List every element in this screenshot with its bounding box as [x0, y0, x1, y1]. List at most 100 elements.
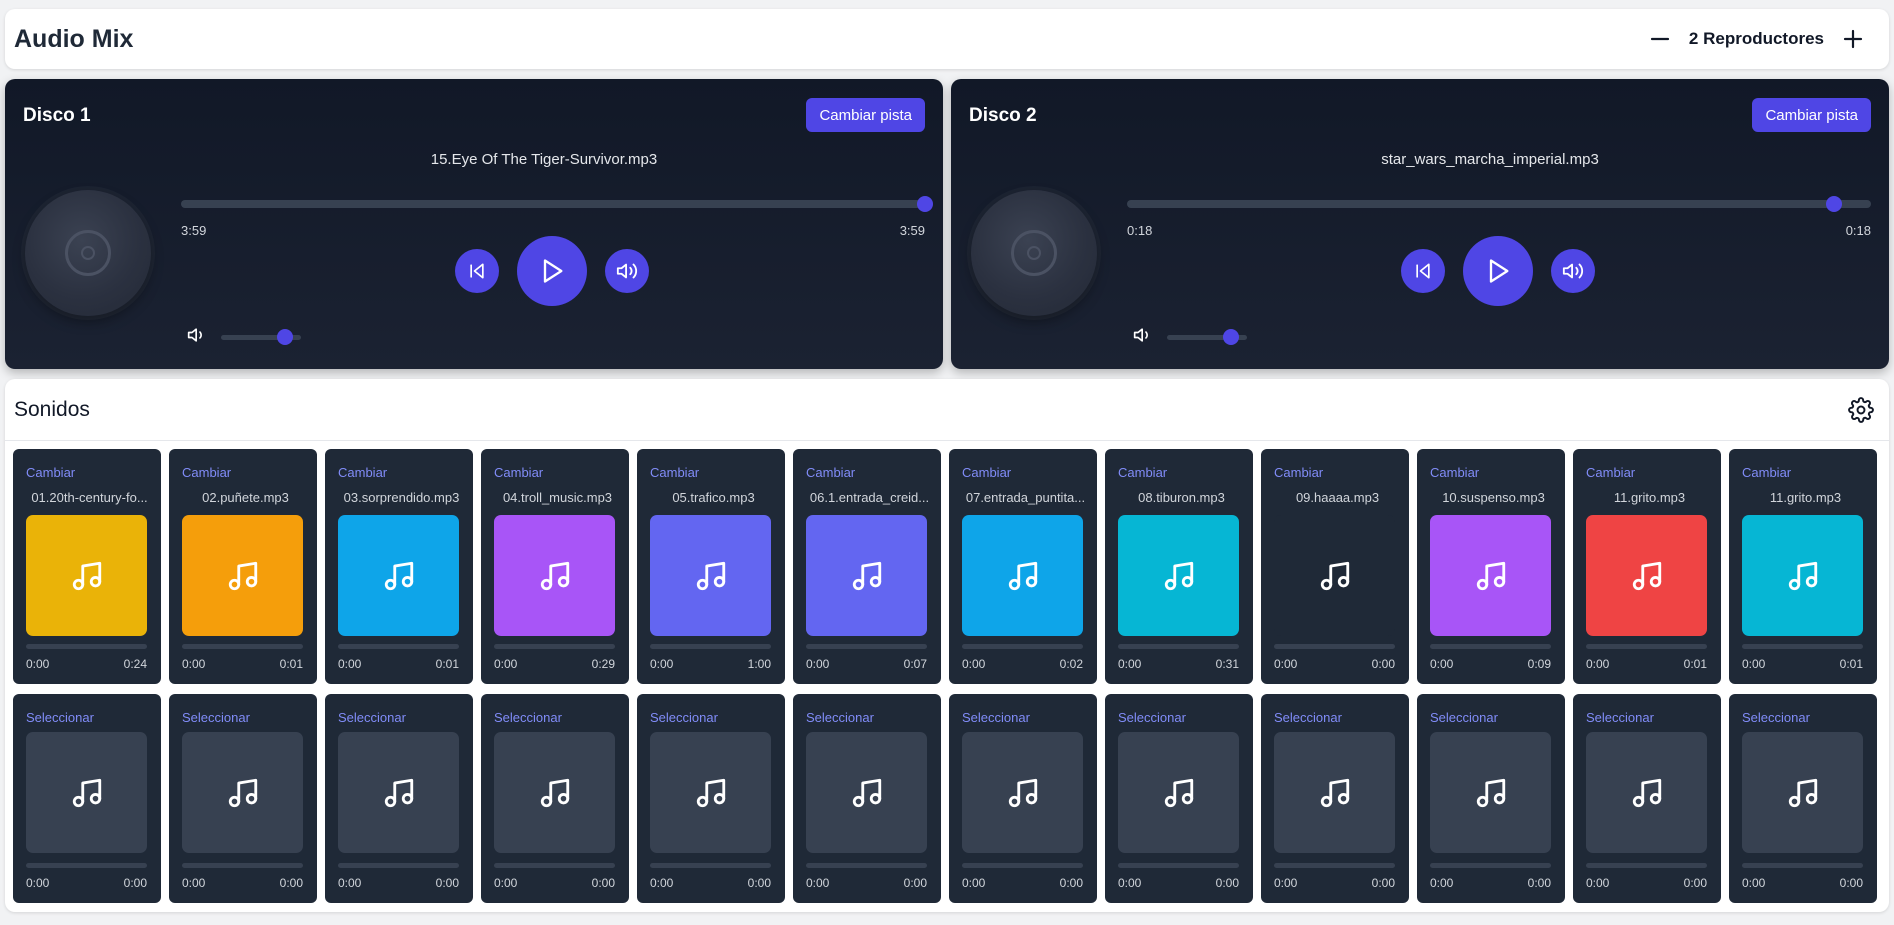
- sound-progress[interactable]: [1118, 863, 1239, 868]
- sound-pad[interactable]: [806, 732, 927, 853]
- sound-pad[interactable]: [338, 515, 459, 636]
- sound-pad[interactable]: [182, 515, 303, 636]
- change-sound-link[interactable]: Cambiar: [26, 465, 75, 480]
- sound-progress[interactable]: [650, 863, 771, 868]
- select-sound-link[interactable]: Seleccionar: [962, 710, 1030, 725]
- sound-progress[interactable]: [182, 863, 303, 868]
- select-sound-link[interactable]: Seleccionar: [26, 710, 94, 725]
- select-sound-link[interactable]: Seleccionar: [1742, 710, 1810, 725]
- empty-sound-card[interactable]: Seleccionar 0:00 0:00: [793, 694, 941, 903]
- sound-progress[interactable]: [1586, 863, 1707, 868]
- change-sound-link[interactable]: Cambiar: [806, 465, 855, 480]
- select-sound-link[interactable]: Seleccionar: [1274, 710, 1342, 725]
- empty-sound-card[interactable]: Seleccionar 0:00 0:00: [637, 694, 785, 903]
- sound-card[interactable]: Cambiar 05.trafico.mp3 0:00 1:00: [637, 449, 785, 684]
- empty-sound-card[interactable]: Seleccionar 0:00 0:00: [481, 694, 629, 903]
- empty-sound-card[interactable]: Seleccionar 0:00 0:00: [1261, 694, 1409, 903]
- sound-card[interactable]: Cambiar 06.1.entrada_creid... 0:00 0:07: [793, 449, 941, 684]
- sound-pad[interactable]: [26, 732, 147, 853]
- empty-sound-card[interactable]: Seleccionar 0:00 0:00: [325, 694, 473, 903]
- select-sound-link[interactable]: Seleccionar: [1586, 710, 1654, 725]
- volume-slider[interactable]: [1167, 329, 1247, 345]
- sound-progress[interactable]: [1274, 863, 1395, 868]
- select-sound-link[interactable]: Seleccionar: [1430, 710, 1498, 725]
- sound-card[interactable]: Cambiar 02.puñete.mp3 0:00 0:01: [169, 449, 317, 684]
- sound-pad[interactable]: [1430, 515, 1551, 636]
- play-button[interactable]: [1463, 236, 1533, 306]
- empty-sound-card[interactable]: Seleccionar 0:00 0:00: [1573, 694, 1721, 903]
- sound-card[interactable]: Cambiar 11.grito.mp3 0:00 0:01: [1729, 449, 1877, 684]
- select-sound-link[interactable]: Seleccionar: [338, 710, 406, 725]
- change-sound-link[interactable]: Cambiar: [1430, 465, 1479, 480]
- sound-pad[interactable]: [494, 515, 615, 636]
- sound-progress[interactable]: [1274, 644, 1395, 649]
- empty-sound-card[interactable]: Seleccionar 0:00 0:00: [169, 694, 317, 903]
- volume-handle[interactable]: [1223, 329, 1239, 345]
- sound-card[interactable]: Cambiar 09.haaaa.mp3 0:00 0:00: [1261, 449, 1409, 684]
- select-sound-link[interactable]: Seleccionar: [806, 710, 874, 725]
- volume-handle[interactable]: [277, 329, 293, 345]
- sound-pad[interactable]: [1586, 515, 1707, 636]
- sound-pad[interactable]: [962, 732, 1083, 853]
- progress-handle[interactable]: [917, 196, 933, 212]
- sound-pad[interactable]: [1274, 732, 1395, 853]
- sound-progress[interactable]: [650, 644, 771, 649]
- select-sound-link[interactable]: Seleccionar: [182, 710, 250, 725]
- sound-pad[interactable]: [26, 515, 147, 636]
- change-sound-link[interactable]: Cambiar: [962, 465, 1011, 480]
- sound-progress[interactable]: [182, 644, 303, 649]
- sound-pad[interactable]: [1274, 515, 1395, 636]
- sound-card[interactable]: Cambiar 08.tiburon.mp3 0:00 0:31: [1105, 449, 1253, 684]
- sound-progress[interactable]: [338, 863, 459, 868]
- sound-progress[interactable]: [806, 863, 927, 868]
- sound-progress[interactable]: [1118, 644, 1239, 649]
- change-track-button[interactable]: Cambiar pista: [806, 98, 925, 132]
- sound-pad[interactable]: [1118, 515, 1239, 636]
- sound-progress[interactable]: [1742, 863, 1863, 868]
- sound-pad[interactable]: [650, 732, 771, 853]
- select-sound-link[interactable]: Seleccionar: [650, 710, 718, 725]
- sound-pad[interactable]: [494, 732, 615, 853]
- sound-pad[interactable]: [806, 515, 927, 636]
- sound-progress[interactable]: [26, 863, 147, 868]
- sound-progress[interactable]: [338, 644, 459, 649]
- sound-card[interactable]: Cambiar 11.grito.mp3 0:00 0:01: [1573, 449, 1721, 684]
- sound-progress[interactable]: [1430, 644, 1551, 649]
- empty-sound-card[interactable]: Seleccionar 0:00 0:00: [1729, 694, 1877, 903]
- progress-slider[interactable]: [181, 196, 933, 212]
- previous-button[interactable]: [1401, 249, 1445, 293]
- change-sound-link[interactable]: Cambiar: [182, 465, 231, 480]
- change-sound-link[interactable]: Cambiar: [650, 465, 699, 480]
- change-sound-link[interactable]: Cambiar: [1586, 465, 1635, 480]
- sound-card[interactable]: Cambiar 10.suspenso.mp3 0:00 0:09: [1417, 449, 1565, 684]
- sound-pad[interactable]: [182, 732, 303, 853]
- add-player-button[interactable]: [1838, 24, 1868, 54]
- sound-pad[interactable]: [1742, 732, 1863, 853]
- sound-card[interactable]: Cambiar 07.entrada_puntita... 0:00 0:02: [949, 449, 1097, 684]
- sound-progress[interactable]: [494, 644, 615, 649]
- empty-sound-card[interactable]: Seleccionar 0:00 0:00: [13, 694, 161, 903]
- empty-sound-card[interactable]: Seleccionar 0:00 0:00: [1105, 694, 1253, 903]
- sound-pad[interactable]: [1118, 732, 1239, 853]
- change-sound-link[interactable]: Cambiar: [1274, 465, 1323, 480]
- volume-button[interactable]: [605, 249, 649, 293]
- sound-pad[interactable]: [962, 515, 1083, 636]
- change-sound-link[interactable]: Cambiar: [1118, 465, 1167, 480]
- sound-pad[interactable]: [650, 515, 771, 636]
- volume-button[interactable]: [1551, 249, 1595, 293]
- sound-progress[interactable]: [1430, 863, 1551, 868]
- remove-player-button[interactable]: [1645, 24, 1675, 54]
- empty-sound-card[interactable]: Seleccionar 0:00 0:00: [949, 694, 1097, 903]
- select-sound-link[interactable]: Seleccionar: [494, 710, 562, 725]
- change-sound-link[interactable]: Cambiar: [494, 465, 543, 480]
- play-button[interactable]: [517, 236, 587, 306]
- sound-progress[interactable]: [1586, 644, 1707, 649]
- sound-card[interactable]: Cambiar 03.sorprendido.mp3 0:00 0:01: [325, 449, 473, 684]
- sound-progress[interactable]: [26, 644, 147, 649]
- sound-pad[interactable]: [1430, 732, 1551, 853]
- progress-slider[interactable]: [1127, 196, 1871, 212]
- sound-progress[interactable]: [806, 644, 927, 649]
- sound-pad[interactable]: [1586, 732, 1707, 853]
- empty-sound-card[interactable]: Seleccionar 0:00 0:00: [1417, 694, 1565, 903]
- sound-progress[interactable]: [962, 863, 1083, 868]
